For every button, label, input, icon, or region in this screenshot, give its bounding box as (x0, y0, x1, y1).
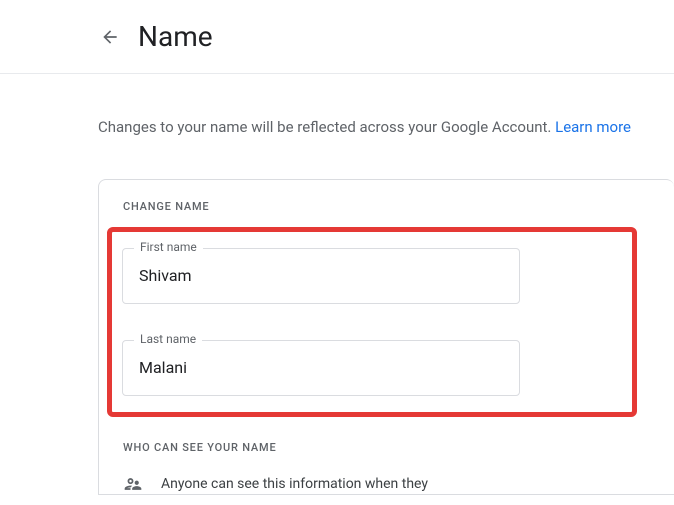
visibility-row: Anyone can see this information when the… (123, 474, 674, 494)
first-name-label: First name (134, 240, 203, 254)
name-card: CHANGE NAME First name Last name WHO CAN… (98, 179, 674, 495)
highlight-box: First name Last name (107, 227, 637, 417)
learn-more-link[interactable]: Learn more (555, 118, 631, 136)
visibility-section: WHO CAN SEE YOUR NAME Anyone can see thi… (99, 441, 674, 494)
page-title: Name (138, 20, 213, 53)
visibility-text: Anyone can see this information when the… (161, 476, 428, 492)
back-arrow-icon[interactable] (98, 25, 122, 49)
change-name-label: CHANGE NAME (99, 200, 674, 213)
last-name-label: Last name (134, 332, 202, 346)
visibility-label: WHO CAN SEE YOUR NAME (123, 441, 674, 454)
last-name-field-wrap: Last name (122, 340, 622, 396)
last-name-input[interactable] (122, 340, 520, 396)
description-body: Changes to your name will be reflected a… (98, 118, 555, 136)
people-icon (123, 474, 143, 494)
first-name-input[interactable] (122, 248, 520, 304)
page-header: Name (0, 0, 674, 74)
first-name-field-wrap: First name (122, 248, 622, 304)
content-area: Changes to your name will be reflected a… (0, 74, 674, 495)
description-text: Changes to your name will be reflected a… (98, 116, 674, 139)
